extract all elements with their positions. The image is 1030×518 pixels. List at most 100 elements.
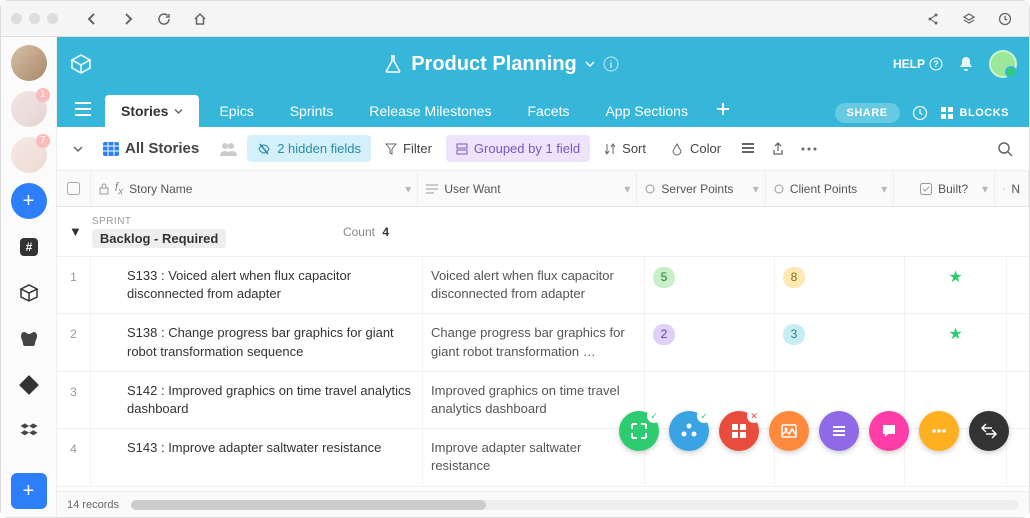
bell-icon[interactable] (957, 55, 975, 73)
color-button[interactable]: Color (660, 135, 731, 162)
fab-expand-button[interactable]: ✓ (619, 411, 659, 451)
tab-facets[interactable]: Facets (511, 95, 585, 127)
cell-client-points[interactable]: 8 (775, 257, 905, 313)
share-button[interactable]: SHARE (835, 103, 900, 123)
cell-user-want[interactable]: Change progress bar graphics for giant r… (423, 314, 645, 370)
sort-button[interactable]: Sort (594, 135, 656, 162)
chevron-down-icon[interactable] (585, 59, 595, 69)
fab-grid-button[interactable]: ✕ (719, 411, 759, 451)
browser-right (919, 5, 1019, 33)
workspace-avatar-1[interactable] (11, 45, 47, 81)
fab-dots-button[interactable] (919, 411, 959, 451)
app-dropbox-icon[interactable] (11, 413, 47, 449)
cell-user-want[interactable]: Voiced alert when flux capacitor disconn… (423, 257, 645, 313)
column-n[interactable]: N (995, 171, 1029, 206)
fab-image-button[interactable] (769, 411, 809, 451)
search-icon[interactable] (991, 135, 1019, 163)
cell-server-points[interactable]: 5 (645, 257, 775, 313)
cell-story-name[interactable]: S142 : Improved graphics on time travel … (91, 372, 423, 428)
collaborators-icon[interactable] (213, 136, 243, 162)
table-row[interactable]: 1S133 : Voiced alert when flux capacitor… (57, 257, 1029, 314)
share-view-icon[interactable] (765, 136, 791, 162)
horizontal-scrollbar[interactable] (131, 500, 1019, 510)
home-button[interactable] (186, 5, 214, 33)
cell-story-name[interactable]: S143 : Improve adapter saltwater resista… (91, 429, 423, 485)
fab-arrows-button[interactable] (969, 411, 1009, 451)
chevron-down-icon[interactable]: ▾ (982, 182, 988, 196)
cell-user-want[interactable]: Improved graphics on time travel analyti… (423, 372, 645, 428)
collapse-icon[interactable] (67, 138, 89, 160)
group-toggle-icon[interactable]: ▼ (69, 224, 82, 239)
add-workspace-button[interactable]: + (11, 183, 47, 219)
add-app-button[interactable]: + (11, 473, 47, 509)
app-diamond-icon[interactable] (11, 367, 47, 403)
column-client-points[interactable]: Client Points ▾ (766, 171, 894, 206)
workspace-avatar-2[interactable]: 1 (11, 91, 47, 127)
fab-cluster-button[interactable]: ✓ (669, 411, 709, 451)
column-label: Client Points (790, 182, 857, 196)
select-all-checkbox[interactable] (57, 171, 91, 206)
error-icon: ✕ (747, 409, 761, 423)
hidden-fields-button[interactable]: 2 hidden fields (247, 135, 371, 162)
view-toolbar: All Stories 2 hidden fields Filter Group… (57, 127, 1029, 171)
main: Product Planning i HELP? StoriesEpicsSpr… (57, 37, 1029, 517)
group-button[interactable]: Grouped by 1 field (446, 135, 590, 162)
chevron-down-icon[interactable]: ▾ (624, 182, 630, 196)
row-number: 4 (57, 429, 91, 485)
forward-button[interactable] (114, 5, 142, 33)
more-icon[interactable] (795, 141, 823, 157)
close-window-icon[interactable] (11, 13, 22, 24)
cell-user-want[interactable]: Improve adapter saltwater resistance (423, 429, 645, 485)
cell-server-points[interactable]: 2 (645, 314, 775, 370)
flask-icon (383, 54, 403, 74)
tab-release-milestones[interactable]: Release Milestones (353, 95, 507, 127)
chevron-down-icon[interactable]: ▾ (753, 182, 759, 196)
column-story-name[interactable]: fx Story Name ▾ (91, 171, 419, 206)
help-button[interactable]: HELP? (893, 57, 943, 71)
column-label: User Want (444, 182, 500, 196)
table-row[interactable]: 2 S138 : Change progress bar graphics for… (57, 314, 1029, 371)
activity-icon[interactable] (912, 105, 928, 121)
fab-chat-button[interactable] (869, 411, 909, 451)
layers-icon[interactable] (955, 5, 983, 33)
tab-epics[interactable]: Epics (203, 95, 269, 127)
maximize-window-icon[interactable] (47, 13, 58, 24)
tab-stories[interactable]: Stories (105, 95, 199, 127)
app-elephant-icon[interactable] (11, 321, 47, 357)
chevron-down-icon[interactable]: ▾ (881, 182, 887, 196)
tab-app-sections[interactable]: App Sections (589, 95, 704, 127)
group-header[interactable]: ▼ SPRINT Backlog - Required Count 4 (57, 207, 1029, 257)
cell-story-name[interactable]: S133 : Voiced alert when flux capacitor … (91, 257, 423, 313)
row-height-icon[interactable] (735, 137, 761, 161)
grid: fx Story Name ▾ User Want ▾ Server Point… (57, 171, 1029, 491)
column-built[interactable]: Built? ▾ (894, 171, 995, 206)
app-box-icon[interactable] (11, 275, 47, 311)
blocks-button[interactable]: BLOCKS (940, 106, 1009, 120)
cell-client-points[interactable]: 3 (775, 314, 905, 370)
view-switcher[interactable]: All Stories (93, 134, 209, 163)
fab-lines-button[interactable] (819, 411, 859, 451)
reload-button[interactable] (150, 5, 178, 33)
cell-built[interactable]: ★ (905, 257, 1007, 313)
window-chrome (1, 1, 1029, 37)
minimize-window-icon[interactable] (29, 13, 40, 24)
share-icon[interactable] (919, 5, 947, 33)
menu-icon[interactable] (65, 102, 101, 116)
filter-button[interactable]: Filter (375, 135, 442, 162)
workspace-avatar-3[interactable]: 7 (11, 137, 47, 173)
tab-sprints[interactable]: Sprints (274, 95, 350, 127)
info-icon[interactable]: i (603, 56, 619, 72)
back-button[interactable] (78, 5, 106, 33)
cell-built[interactable]: ★ (905, 314, 1007, 370)
column-user-want[interactable]: User Want ▾ (418, 171, 637, 206)
user-avatar[interactable] (989, 50, 1017, 78)
app-hash-icon[interactable]: # (11, 229, 47, 265)
column-label: Server Points (661, 182, 733, 196)
cell-story-name[interactable]: S138 : Change progress bar graphics for … (91, 314, 423, 370)
column-server-points[interactable]: Server Points ▾ (637, 171, 765, 206)
add-tab-button[interactable] (708, 96, 738, 122)
chevron-down-icon[interactable] (174, 107, 183, 116)
chevron-down-icon[interactable]: ▾ (405, 182, 411, 196)
history-icon[interactable] (991, 5, 1019, 33)
app-title[interactable]: Product Planning (411, 53, 577, 76)
